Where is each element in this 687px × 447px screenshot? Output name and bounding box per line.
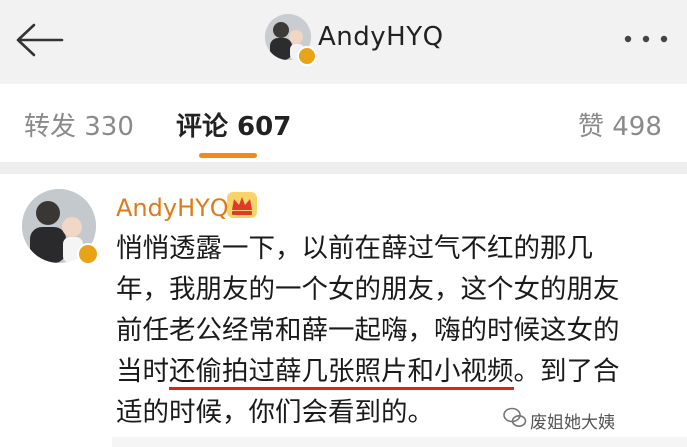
crown-icon <box>225 190 259 220</box>
verified-badge-icon <box>297 46 317 66</box>
comment-line: 前任老公经常和薛一起嗨，嗨的时候这女的 <box>116 315 620 346</box>
reply-preview-strip <box>112 437 687 447</box>
comment-text-segment: 当时 <box>116 356 169 387</box>
comment-line: 当时还偷拍过薛几张照片和小视频。到了合 <box>116 351 676 392</box>
top-bar: AndyHYQ <box>0 0 687 84</box>
watermark: 废姐她大姨 <box>530 413 615 433</box>
back-button[interactable] <box>14 22 64 58</box>
tab-bar: 转发 330 评论 607 赞 498 <box>0 84 687 162</box>
comment-author[interactable]: AndyHYQ <box>116 194 229 222</box>
highlighted-text: 还偷拍过薛几张照片和小视频 <box>169 356 514 390</box>
comment-text-segment: 。到了合 <box>513 356 620 387</box>
tab-reposts[interactable]: 转发 330 <box>24 106 134 143</box>
comment-line: 悄悄透露一下，以前在薛过气不红的那几 <box>116 233 593 264</box>
more-dots-icon <box>624 35 668 43</box>
more-button[interactable] <box>618 24 674 54</box>
comment-line: 年，我朋友的一个女的朋友，这个女的朋友 <box>116 274 620 305</box>
tab-likes[interactable]: 赞 498 <box>578 106 662 143</box>
active-tab-indicator <box>199 153 257 158</box>
tab-comments[interactable]: 评论 607 <box>176 106 291 143</box>
divider <box>0 162 687 174</box>
wechat-logo-icon <box>503 406 527 430</box>
arrow-left-icon <box>16 23 64 57</box>
comment-text: 悄悄透露一下，以前在薛过气不红的那几 年，我朋友的一个女的朋友，这个女的朋友 前… <box>116 228 676 433</box>
page-title[interactable]: AndyHYQ <box>318 22 444 52</box>
verified-badge-icon <box>77 243 99 265</box>
